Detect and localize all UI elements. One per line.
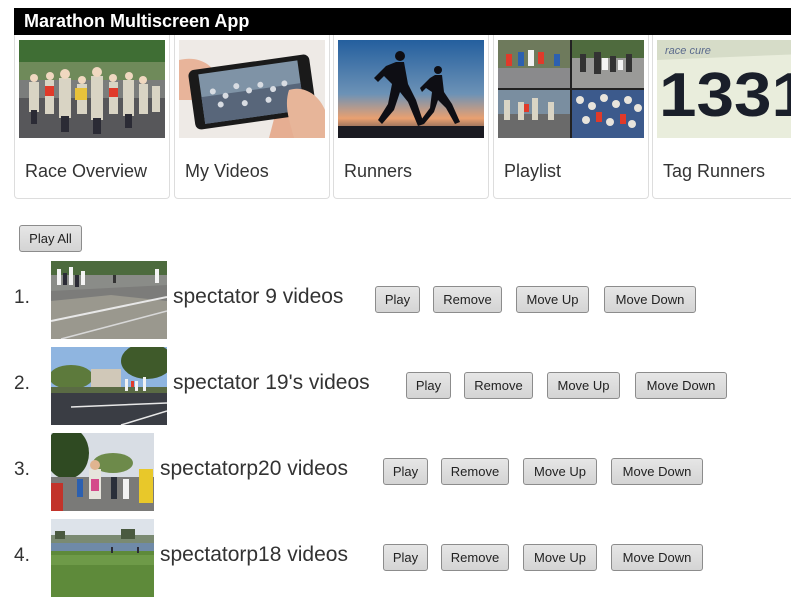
video-thumbnail[interactable] bbox=[51, 519, 154, 597]
video-thumbnail[interactable] bbox=[51, 433, 154, 511]
play-button[interactable]: Play bbox=[383, 458, 428, 485]
remove-button[interactable]: Remove bbox=[464, 372, 533, 399]
remove-button[interactable]: Remove bbox=[441, 544, 509, 571]
remove-button[interactable]: Remove bbox=[441, 458, 509, 485]
video-thumbnail[interactable] bbox=[51, 347, 167, 425]
tile-label: Playlist bbox=[504, 161, 562, 181]
app-title: Marathon Multiscreen App bbox=[24, 11, 250, 31]
move-up-button[interactable]: Move Up bbox=[523, 544, 597, 571]
row-title: spectator 19's videos bbox=[173, 371, 370, 394]
tile-label: My Videos bbox=[185, 161, 269, 181]
remove-button[interactable]: Remove bbox=[433, 286, 502, 313]
row-number: 1. bbox=[14, 287, 30, 308]
bib-brand: race cure bbox=[665, 45, 711, 57]
move-up-button[interactable]: Move Up bbox=[547, 372, 620, 399]
tile-race-overview[interactable]: Race Overview bbox=[14, 35, 170, 199]
row-title: spectatorp18 videos bbox=[160, 543, 348, 566]
tile-runners[interactable]: Runners bbox=[333, 35, 489, 199]
row-number: 4. bbox=[14, 545, 30, 566]
play-all-button[interactable]: Play All bbox=[19, 225, 82, 252]
tile-my-videos[interactable]: My Videos bbox=[174, 35, 330, 199]
move-down-button[interactable]: Move Down bbox=[611, 544, 703, 571]
move-down-button[interactable]: Move Down bbox=[604, 286, 696, 313]
race-photo bbox=[19, 40, 165, 138]
tile-tag-runners[interactable]: race cure 1331 Tag Runners bbox=[652, 35, 791, 199]
row-number: 2. bbox=[14, 373, 30, 394]
video-thumbnail[interactable] bbox=[51, 261, 167, 339]
playlist-row: 3. spectatorp20 videos Play Remove Move … bbox=[0, 433, 791, 513]
playlist-row: 1. spectator 9 videos Play Remove Move U… bbox=[0, 261, 791, 341]
move-down-button[interactable]: Move Down bbox=[635, 372, 727, 399]
tile-label: Tag Runners bbox=[663, 161, 766, 181]
play-button[interactable]: Play bbox=[375, 286, 420, 313]
row-title: spectatorp20 videos bbox=[160, 457, 348, 480]
move-up-button[interactable]: Move Up bbox=[516, 286, 589, 313]
race-bib-photo: race cure 1331 bbox=[657, 40, 791, 138]
row-number: 3. bbox=[14, 459, 30, 480]
playlist-collage-photo bbox=[498, 40, 644, 138]
playlist-row: 4. spectatorp18 videos Play Remove Move … bbox=[0, 519, 791, 599]
move-down-button[interactable]: Move Down bbox=[611, 458, 703, 485]
runners-silhouette-photo bbox=[338, 40, 484, 138]
play-button[interactable]: Play bbox=[406, 372, 451, 399]
bib-number: 1331 bbox=[659, 61, 791, 130]
tile-label: Race Overview bbox=[25, 161, 148, 181]
play-button[interactable]: Play bbox=[383, 544, 428, 571]
nav-tiles: Race Overview My Videos Runners Playlist… bbox=[14, 35, 791, 203]
phone-video-photo bbox=[179, 40, 325, 138]
tile-playlist[interactable]: Playlist bbox=[493, 35, 649, 199]
move-up-button[interactable]: Move Up bbox=[523, 458, 597, 485]
app-title-bar: Marathon Multiscreen App bbox=[14, 8, 791, 35]
playlist-row: 2. spectator 19's videos Play Remove Mov… bbox=[0, 347, 791, 427]
tile-label: Runners bbox=[344, 161, 413, 181]
row-title: spectator 9 videos bbox=[173, 285, 344, 308]
